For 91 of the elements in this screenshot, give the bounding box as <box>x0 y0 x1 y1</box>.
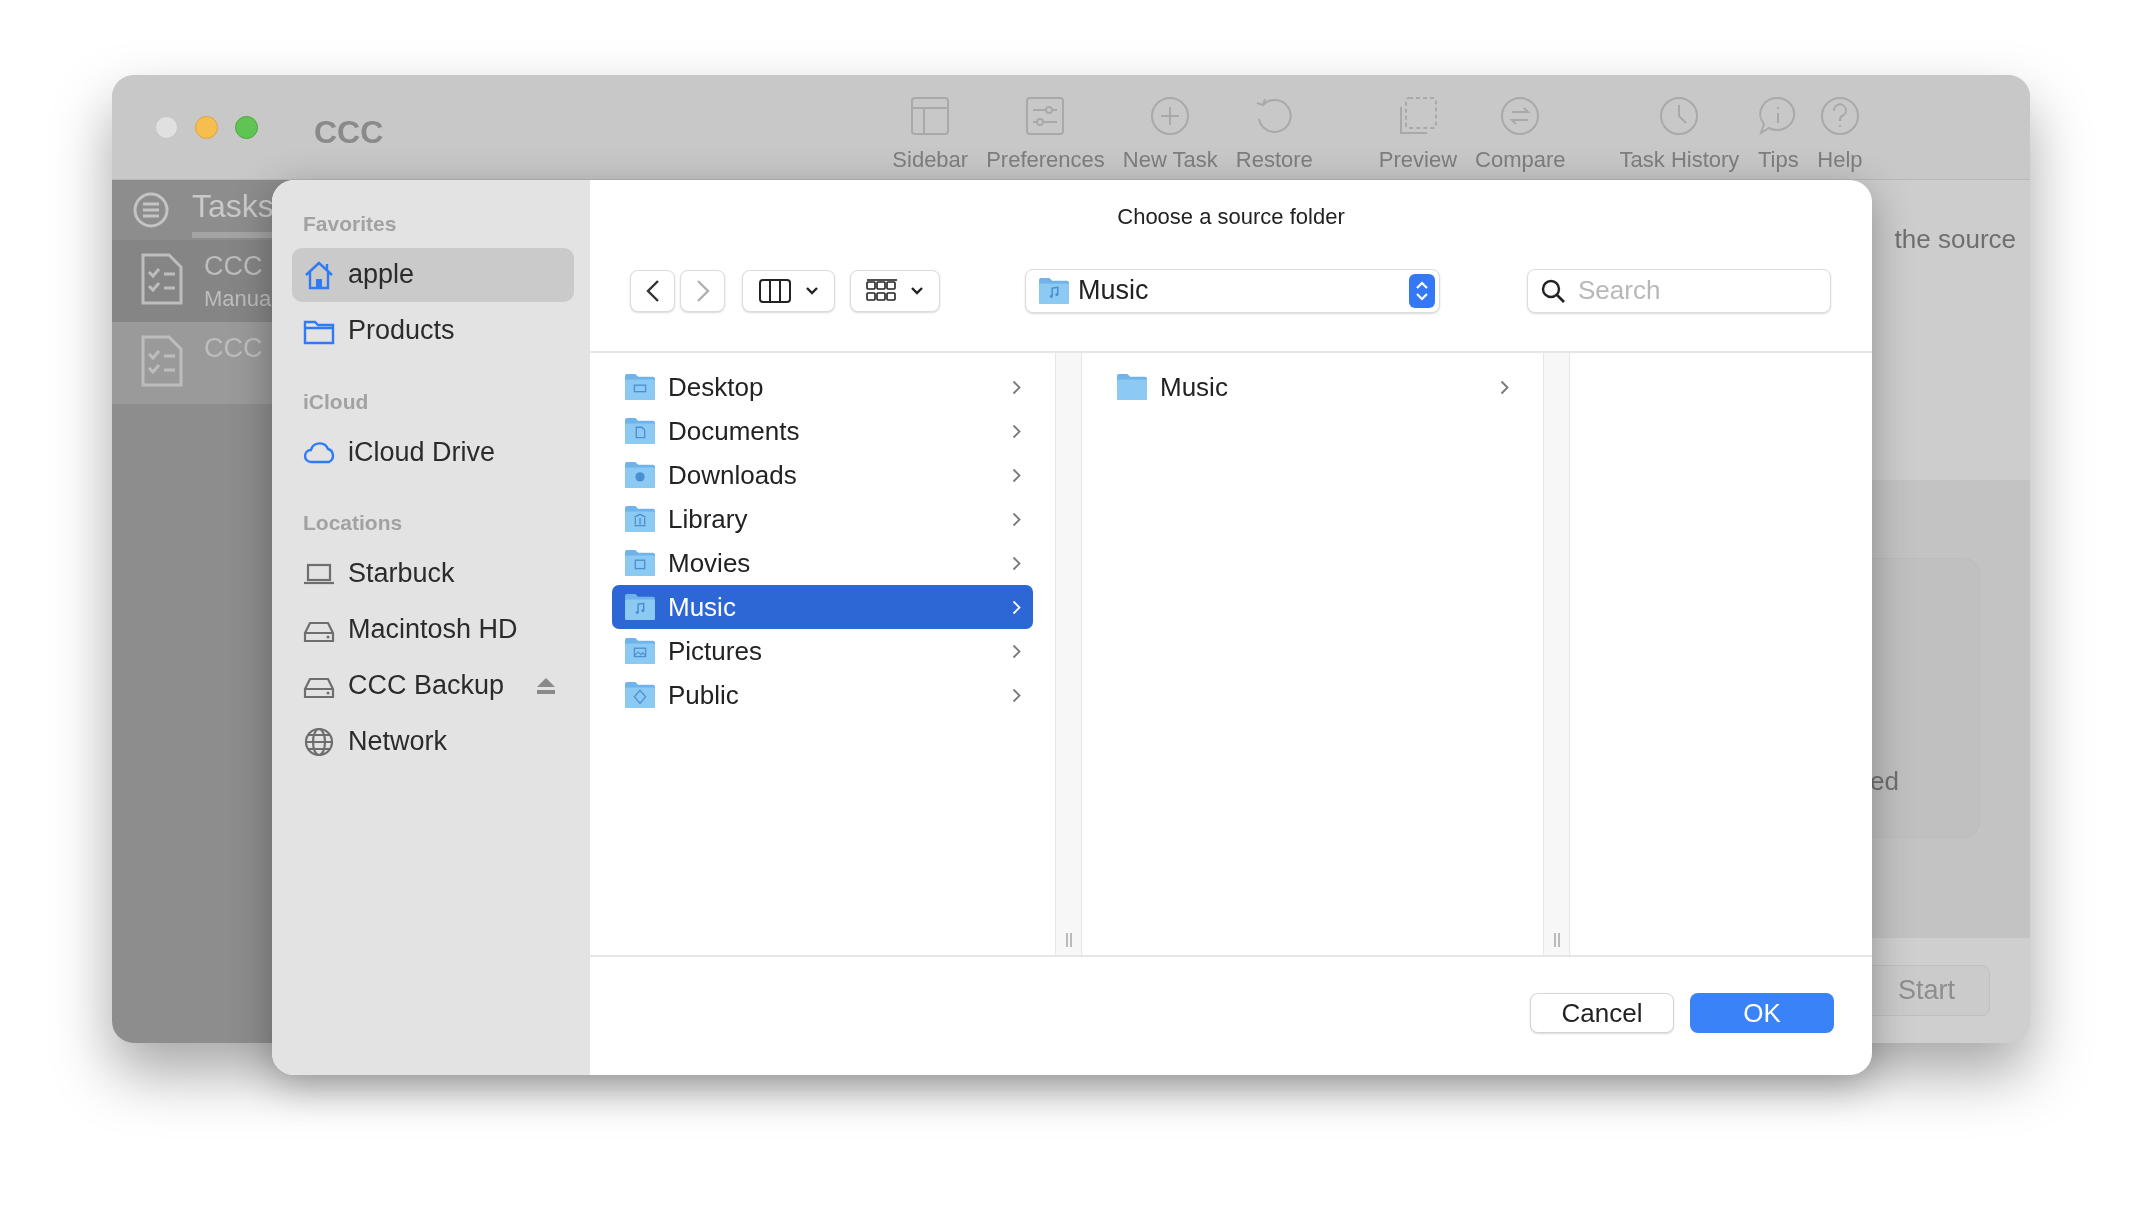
eject-icon[interactable] <box>536 676 556 695</box>
column-splitter[interactable] <box>1543 353 1570 955</box>
minimize-button[interactable] <box>195 116 218 139</box>
sidebar-label: CCC Backup <box>348 669 505 703</box>
chevron-down-icon <box>804 285 819 296</box>
sidebar-item[interactable]: Network <box>292 714 574 769</box>
folder-row[interactable]: Public <box>612 673 1033 717</box>
sidebar-label: Network <box>348 725 448 759</box>
chevron-right-icon <box>1012 511 1021 527</box>
back-button[interactable] <box>630 269 675 312</box>
zoom-button[interactable] <box>235 116 258 139</box>
menu-icon <box>132 191 170 229</box>
folder-icon <box>624 505 656 533</box>
help-icon <box>1818 95 1861 137</box>
folder-row[interactable]: Music <box>612 585 1033 629</box>
sidebar-item[interactable]: CCC Backup <box>292 658 574 713</box>
search-field[interactable]: Search <box>1527 268 1831 313</box>
checklist-icon <box>140 252 184 306</box>
sidebar-item[interactable]: iCloud Drive <box>292 425 574 479</box>
path-label: Music <box>1078 274 1149 308</box>
section-heading: Locations <box>302 510 404 536</box>
folder-icon <box>624 637 656 665</box>
plus-icon <box>1149 95 1192 137</box>
task-name: CCC <box>204 252 264 282</box>
folder-icon <box>624 549 656 577</box>
checklist-icon <box>140 334 184 388</box>
close-button[interactable] <box>155 116 178 139</box>
folder-name: Public <box>668 678 739 712</box>
folder-name: Pictures <box>668 634 762 668</box>
sidebar-label: iCloud Drive <box>348 435 496 469</box>
ok-button[interactable]: OK <box>1690 993 1834 1033</box>
chevron-down-icon <box>910 285 924 296</box>
folder-name: Movies <box>668 546 751 580</box>
chevron-right-icon <box>1012 423 1021 439</box>
folder-row[interactable]: Desktop <box>612 365 1033 409</box>
task-subtitle: Manua <box>204 284 272 313</box>
folder-name: Music <box>668 590 736 624</box>
resize-handle-icon <box>1552 933 1561 947</box>
back-icon <box>645 278 660 303</box>
section-heading: Favorites <box>302 211 398 237</box>
sidebar-label: Macintosh HD <box>348 613 518 647</box>
folder-row[interactable]: Pictures <box>612 629 1033 673</box>
description-text: the source <box>1894 223 2016 256</box>
forward-button[interactable] <box>680 269 725 312</box>
card-text: ed <box>1870 765 1899 798</box>
folder-name: Library <box>668 502 748 536</box>
dialog-title: Choose a source folder <box>1116 202 1346 231</box>
sidebar-icon <box>909 95 952 137</box>
chevron-right-icon <box>1012 467 1021 483</box>
resize-handle-icon <box>1064 933 1073 947</box>
folder-icon <box>624 593 656 621</box>
folder-row[interactable]: Library <box>612 497 1033 541</box>
window-title: CCC <box>314 113 384 152</box>
compare-icon <box>1499 95 1542 137</box>
folder-icon <box>624 417 656 445</box>
grid-icon <box>866 278 898 303</box>
view-mode-button[interactable] <box>742 269 835 312</box>
column-splitter[interactable] <box>1055 353 1082 955</box>
columns-icon <box>758 278 791 303</box>
sliders-icon <box>1024 95 1067 137</box>
folder-icon <box>624 681 656 709</box>
clock-icon <box>1658 95 1701 137</box>
group-button[interactable] <box>850 269 940 312</box>
folder-row[interactable]: Downloads <box>612 453 1033 497</box>
cancel-button[interactable]: Cancel <box>1530 993 1674 1033</box>
chevron-right-icon <box>1012 687 1021 703</box>
search-icon <box>1541 278 1565 303</box>
folder-icon <box>1038 276 1070 305</box>
sidebar-item[interactable]: Starbuck <box>292 546 574 601</box>
sidebar-item[interactable]: Macintosh HD <box>292 602 574 657</box>
chevron-right-icon <box>1012 379 1021 395</box>
folder-name: Documents <box>668 414 800 448</box>
folder-row[interactable]: Documents <box>612 409 1033 453</box>
path-popup[interactable]: Music <box>1025 268 1440 313</box>
folder-name: Music <box>1160 370 1228 404</box>
chevron-right-icon <box>1012 643 1021 659</box>
sidebar-label: Starbuck <box>348 557 455 591</box>
folder-row[interactable]: Movies <box>612 541 1033 585</box>
folder-row[interactable]: Music <box>1104 365 1521 409</box>
folder-name: Downloads <box>668 458 797 492</box>
folder-name: Desktop <box>668 370 764 404</box>
chevron-right-icon <box>1012 555 1021 571</box>
stepper-icon <box>1409 273 1435 308</box>
forward-icon <box>695 278 710 303</box>
sidebar-label: apple <box>348 258 415 292</box>
folder-icon <box>1116 373 1148 401</box>
folder-icon <box>624 373 656 401</box>
chevron-right-icon <box>1500 379 1509 395</box>
folder-icon <box>624 461 656 489</box>
sidebar-item[interactable]: apple <box>292 247 574 302</box>
chevron-right-icon <box>1012 599 1021 615</box>
